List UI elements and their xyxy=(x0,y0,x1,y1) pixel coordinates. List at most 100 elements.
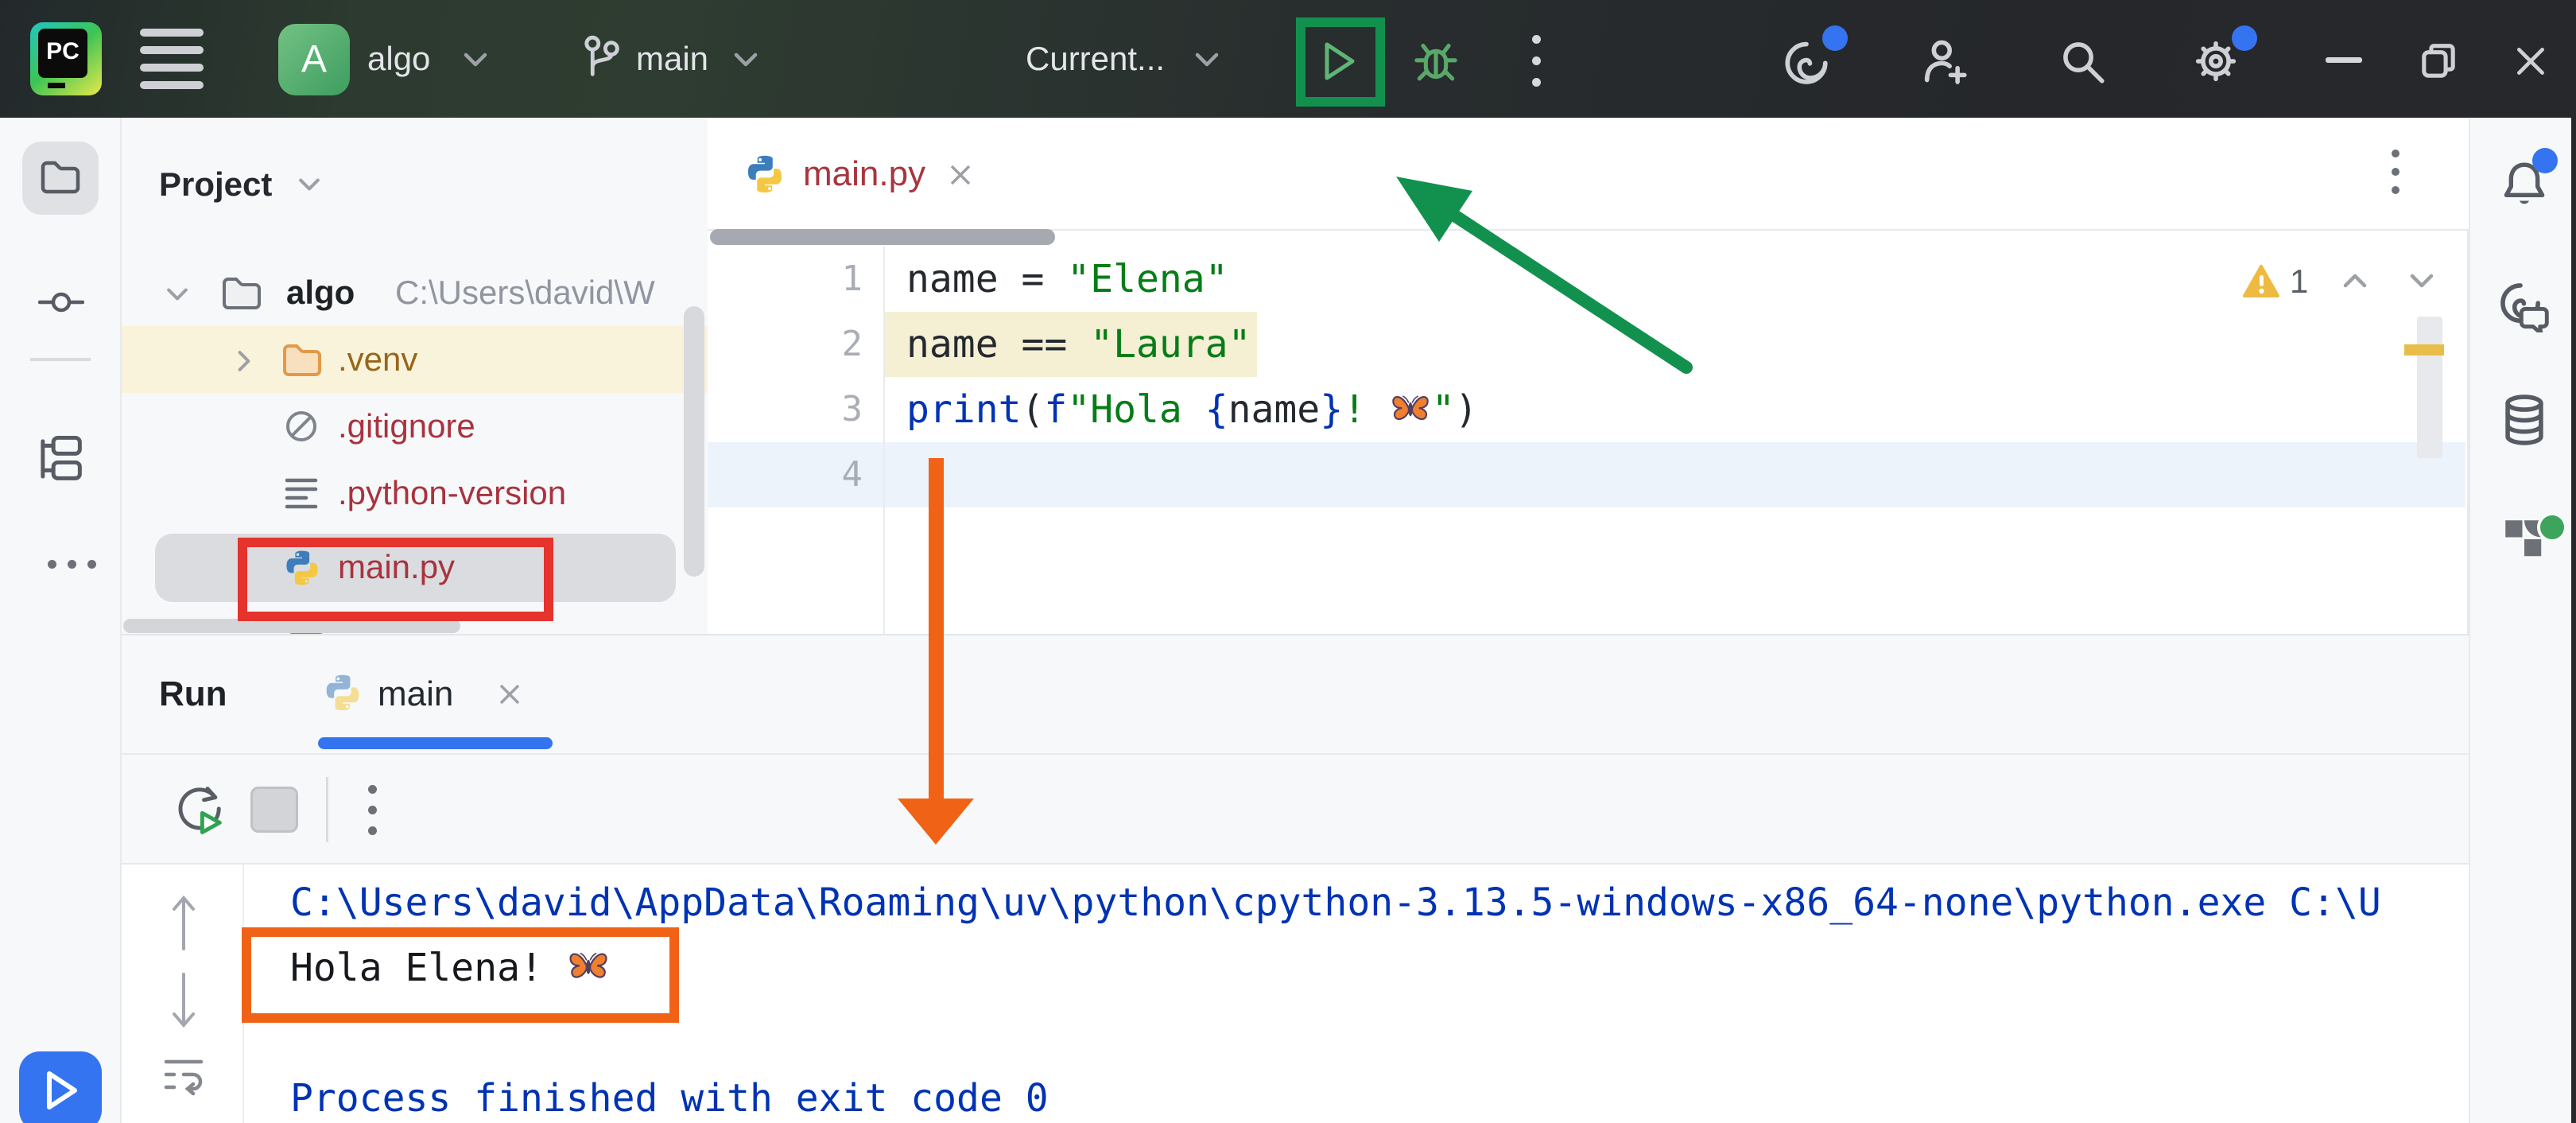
close-button[interactable] xyxy=(2512,43,2549,80)
scroll-up-button[interactable] xyxy=(168,893,200,954)
pycharm-logo-text: PC xyxy=(38,29,87,78)
python-file-icon xyxy=(282,548,322,588)
commit-tool-button[interactable] xyxy=(38,280,84,324)
code-line-3[interactable]: 3 print(f"Hola {name}! 🦋") xyxy=(708,377,2465,442)
tree-item-name: algo xyxy=(286,259,355,326)
stop-button[interactable] xyxy=(250,787,298,833)
folder-icon xyxy=(220,275,263,312)
toolbar-more-button[interactable] xyxy=(1532,35,1541,87)
editor-area: main.py 1 name = "Elena" 2 name == "Laur… xyxy=(708,118,2469,634)
plugins-badge xyxy=(2537,512,2567,542)
ai-chat-tool-button[interactable] xyxy=(2499,282,2550,332)
project-chevron-icon[interactable] xyxy=(460,48,491,72)
tree-item-name: .venv xyxy=(338,326,417,393)
text-file-icon xyxy=(282,476,320,511)
notifications-badge xyxy=(2532,148,2558,173)
branch-name[interactable]: main xyxy=(636,0,708,118)
code-line-1[interactable]: 1 name = "Elena" xyxy=(708,247,2465,312)
console-exit-line: Process finished with exit code 0 xyxy=(290,1066,2465,1123)
database-tool-button[interactable] xyxy=(2500,394,2548,445)
project-panel-title[interactable]: Project xyxy=(159,165,272,204)
editor-top-scrollbar[interactable] xyxy=(710,229,1055,245)
venv-folder-icon xyxy=(281,342,324,379)
project-tool-button[interactable] xyxy=(22,142,99,215)
run-tab-main[interactable]: main xyxy=(378,635,453,753)
code-token-keyword: print xyxy=(906,387,1022,432)
run-panel-title[interactable]: Run xyxy=(159,635,227,753)
code-line-4-current[interactable]: 4 xyxy=(708,442,2465,507)
editor-vscrollbar-thumb[interactable] xyxy=(2417,317,2442,458)
add-user-button[interactable] xyxy=(1920,37,1969,86)
code-line-2[interactable]: 2 name == "Laura" xyxy=(708,312,2465,377)
tree-row-main-py[interactable]: main.py xyxy=(122,534,708,600)
expand-chevron-icon[interactable] xyxy=(163,283,192,305)
editor-tab-bar: main.py xyxy=(708,118,2469,231)
ai-assistant-icon[interactable] xyxy=(1783,38,1830,86)
tree-item-name: .gitignore xyxy=(338,393,475,460)
tree-row-python-version[interactable]: .python-version xyxy=(122,460,708,527)
run-tab-active-indicator xyxy=(318,737,553,749)
run-tab-close-icon[interactable] xyxy=(495,680,524,709)
project-hscrollbar-thumb[interactable] xyxy=(123,619,460,633)
run-button[interactable] xyxy=(1316,38,1360,84)
more-tools-button[interactable] xyxy=(48,560,96,569)
project-panel-chevron-icon[interactable] xyxy=(295,173,324,196)
line-number: 4 xyxy=(708,442,863,507)
rerun-button[interactable] xyxy=(173,783,225,837)
run-config-selector[interactable]: Current... xyxy=(1026,0,1165,118)
tree-row-venv[interactable]: .venv xyxy=(122,326,708,393)
git-branch-icon[interactable] xyxy=(580,35,622,83)
title-bar: PC A algo main Current... xyxy=(0,0,2576,118)
warning-stripe-mark[interactable] xyxy=(2404,344,2444,356)
butterfly-emoji xyxy=(566,942,611,987)
console-output-line: Hola Elena! 🦋 xyxy=(290,935,2465,1001)
project-avatar[interactable]: A xyxy=(278,24,350,95)
debug-button[interactable] xyxy=(1412,37,1460,86)
run-more-button[interactable] xyxy=(368,785,377,835)
run-console[interactable]: C:\Users\david\AppData\Roaming\uv\python… xyxy=(122,865,2469,1123)
pycharm-logo: PC xyxy=(30,22,102,95)
main-menu-button[interactable] xyxy=(140,29,204,89)
line-number: 1 xyxy=(708,247,863,312)
next-problem-button[interactable] xyxy=(2406,269,2438,293)
console-gutter xyxy=(122,865,244,1123)
line-number: 3 xyxy=(708,377,863,442)
warning-icon[interactable] xyxy=(2242,264,2280,299)
project-name[interactable]: algo xyxy=(367,0,430,118)
minimize-button[interactable] xyxy=(2326,57,2362,63)
prev-problem-button[interactable] xyxy=(2339,269,2371,293)
editor-tab-main-py[interactable]: main.py xyxy=(803,118,925,231)
tree-row-algo[interactable]: algo C:\Users\david\W xyxy=(122,259,708,326)
code-token-string: "Laura" xyxy=(1090,322,1251,367)
scroll-down-button[interactable] xyxy=(168,970,200,1030)
code-token-string: "Elena" xyxy=(1067,257,1228,301)
structure-tool-button[interactable] xyxy=(35,434,86,484)
code-token: name == xyxy=(906,322,1090,367)
project-panel: Project algo C:\Users\david\W .venv .git… xyxy=(122,118,708,634)
ignored-file-icon xyxy=(282,407,320,445)
left-tool-strip xyxy=(0,118,122,1123)
folder-icon xyxy=(40,159,81,196)
tree-item-name: .python-version xyxy=(338,460,566,527)
strip-divider xyxy=(30,358,91,361)
soft-wrap-button[interactable] xyxy=(161,1054,206,1098)
collapse-chevron-icon[interactable] xyxy=(233,347,255,375)
gutter-divider xyxy=(883,247,885,634)
search-button[interactable] xyxy=(2058,37,2107,86)
floating-run-button[interactable] xyxy=(19,1051,102,1123)
console-interpreter-line: C:\Users\david\AppData\Roaming\uv\python… xyxy=(290,870,2465,935)
branch-chevron-icon[interactable] xyxy=(730,48,762,72)
editor-options-button[interactable] xyxy=(2392,150,2399,194)
settings-badge xyxy=(2232,25,2257,51)
tree-item-path: C:\Users\david\W xyxy=(395,259,655,326)
run-config-chevron-icon[interactable] xyxy=(1191,48,1223,72)
restore-button[interactable] xyxy=(2419,41,2458,81)
project-vscrollbar-thumb[interactable] xyxy=(684,306,704,577)
toolbar-separator xyxy=(326,777,328,842)
right-tool-strip xyxy=(2469,118,2576,1123)
tab-close-icon[interactable] xyxy=(946,161,975,189)
ai-assistant-badge xyxy=(1822,25,1848,51)
python-file-icon-faded xyxy=(322,672,363,713)
python-file-icon xyxy=(743,153,786,196)
tree-row-gitignore[interactable]: .gitignore xyxy=(122,393,708,460)
